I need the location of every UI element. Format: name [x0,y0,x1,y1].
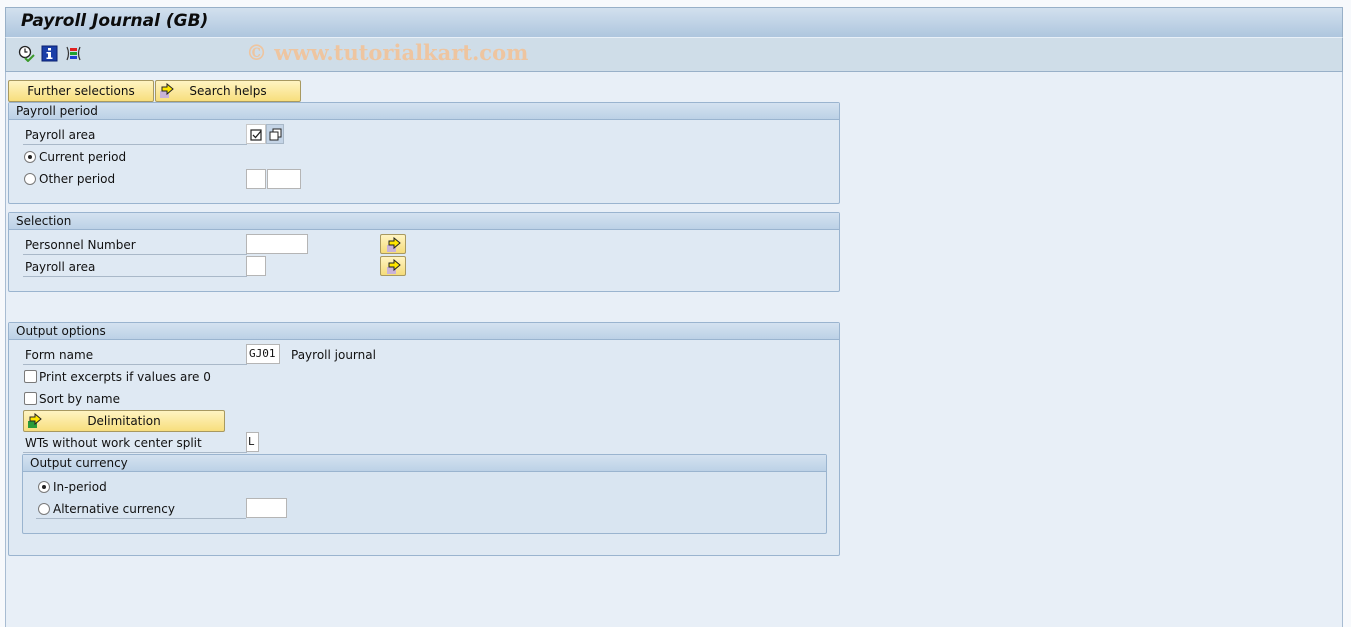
personnel-number-label: Personnel Number [25,238,136,252]
output-currency-group: Output currency In-period Alternative cu… [22,454,827,534]
sort-by-name-label: Sort by name [39,392,120,406]
in-period-label: In-period [53,480,107,494]
check-icon [250,129,262,141]
print-excerpts-label: Print excerpts if values are 0 [39,370,211,384]
further-selections-label: Further selections [27,84,135,98]
arrow-right-icon [387,237,401,252]
form-name-description: Payroll journal [291,348,376,362]
selection-payroll-area-underline [23,276,247,277]
personnel-number-multiple-selection-button[interactable] [380,234,406,254]
personnel-number-field[interactable] [246,234,308,254]
page-title: Payroll Journal (GB) [21,11,209,31]
application-toolbar [5,38,1343,72]
execute-clock-icon[interactable] [18,45,35,63]
further-selections-button[interactable]: Further selections [8,80,154,102]
payroll-area-label: Payroll area [25,128,96,142]
arrow-right-icon [387,259,401,274]
payroll-period-header: Payroll period [9,103,839,120]
current-period-radio[interactable] [24,151,36,163]
other-period-label: Other period [39,172,116,186]
multiple-selection-button[interactable] [266,124,284,144]
form-name-underline [23,364,247,365]
payroll-area-checkbox[interactable] [246,124,266,144]
output-options-group: Output options Form name GJ01 Payroll jo… [8,322,840,556]
selection-payroll-area-label: Payroll area [25,260,96,274]
selection-group: Selection Personnel Number Payroll area [8,212,840,292]
title-bar: Payroll Journal (GB) [5,7,1343,38]
selection-header: Selection [9,213,839,230]
in-period-radio[interactable] [38,481,50,493]
wts-label: WTs without work center split [25,436,202,450]
selection-options-icon[interactable] [65,45,82,62]
payroll-period-group: Payroll period Payroll area Current peri… [8,102,840,204]
output-currency-header: Output currency [23,455,826,472]
delimitation-arrow-icon [27,412,43,435]
personnel-number-underline [23,254,247,255]
delimitation-button[interactable]: Delimitation [23,410,225,432]
other-period-radio[interactable] [24,173,36,185]
output-options-header: Output options [9,323,839,340]
watermark: © www.tutorialkart.com [246,40,529,65]
alternative-currency-underline [36,518,246,519]
alternative-currency-radio[interactable] [38,503,50,515]
alternative-currency-field[interactable] [246,498,287,518]
delimitation-label: Delimitation [87,414,161,428]
payroll-area-multiple-selection-button[interactable] [380,256,406,276]
current-period-label: Current period [39,150,127,164]
selection-payroll-area-field[interactable] [246,256,266,276]
search-helps-label: Search helps [189,84,267,98]
alternative-currency-label: Alternative currency [53,502,175,516]
payroll-area-underline [23,144,247,145]
wts-field[interactable]: L [246,432,259,452]
form-name-label: Form name [25,348,94,362]
print-excerpts-checkbox[interactable] [24,370,37,383]
sort-by-name-checkbox[interactable] [24,392,37,405]
other-period-field-2[interactable] [267,169,301,189]
other-period-field-1[interactable] [246,169,266,189]
wts-underline [23,452,247,453]
copy-pages-icon [269,128,282,141]
form-name-field[interactable]: GJ01 [246,344,280,364]
info-icon[interactable] [41,45,58,62]
search-helps-button[interactable]: Search helps [155,80,301,102]
